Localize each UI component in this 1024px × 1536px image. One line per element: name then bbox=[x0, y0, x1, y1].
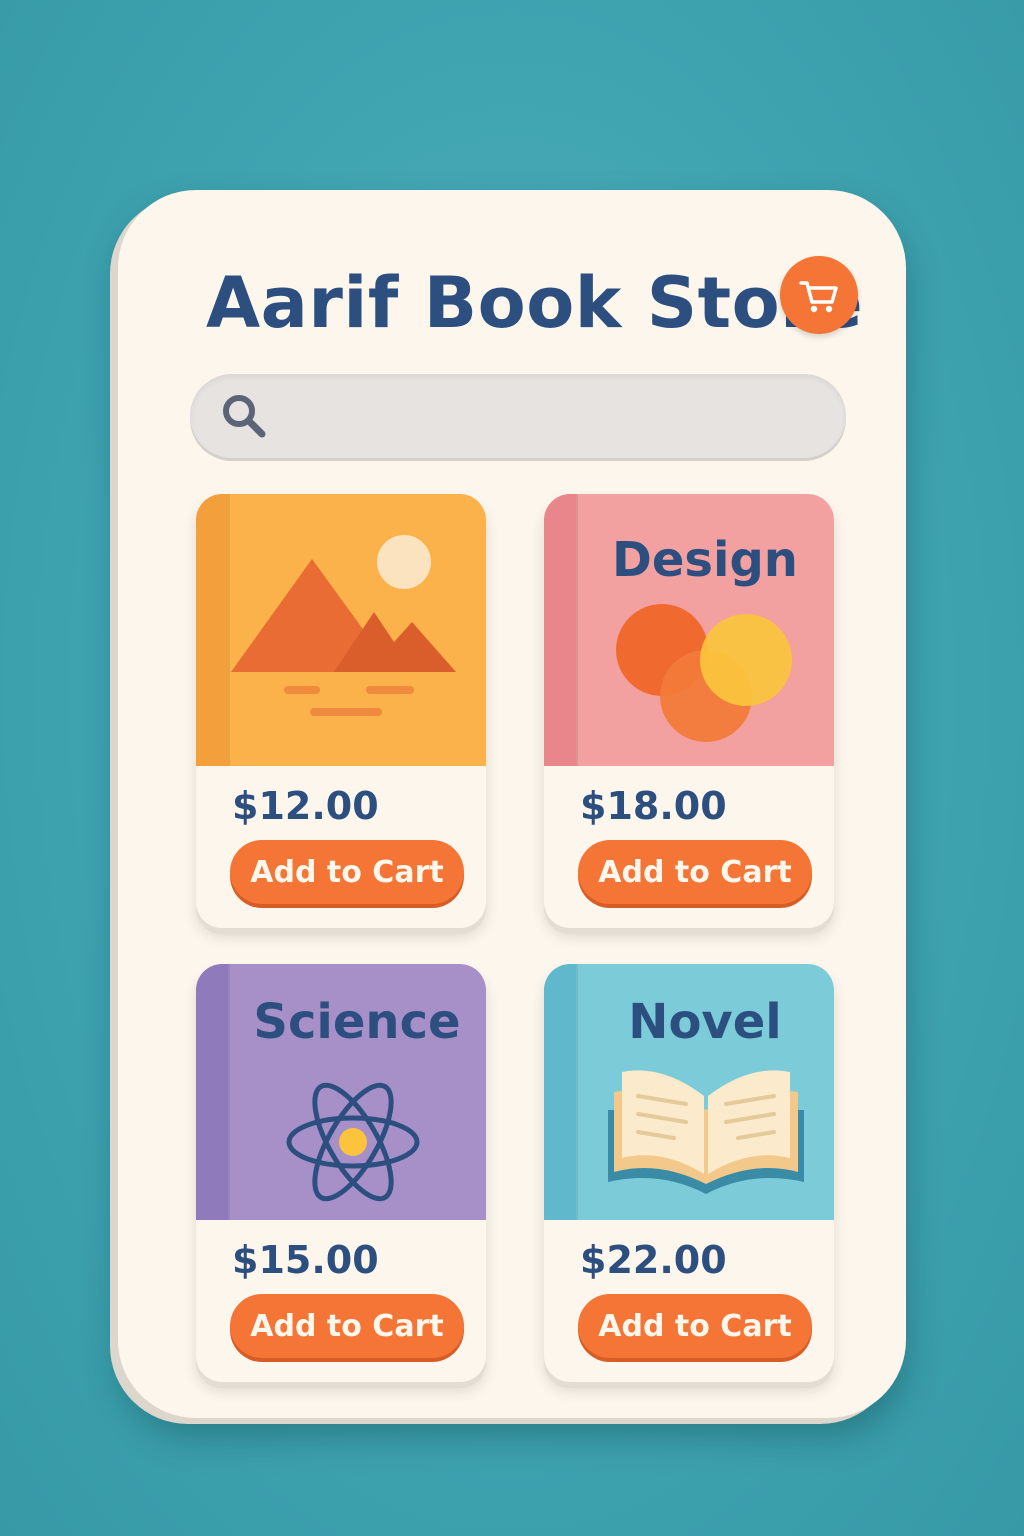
book-spine bbox=[544, 494, 576, 766]
shopping-cart-icon bbox=[799, 281, 838, 313]
atom-icon bbox=[286, 1082, 420, 1202]
book-cover[interactable] bbox=[196, 494, 486, 766]
product-card[interactable]: Novel $22.00 Add to Cart bbox=[544, 964, 834, 1382]
product-price: $22.00 bbox=[580, 1238, 727, 1282]
store-title: Aarif Book Store bbox=[206, 262, 864, 344]
open-book-icon bbox=[608, 1070, 804, 1194]
search-bar[interactable] bbox=[190, 374, 846, 458]
book-spine bbox=[544, 964, 576, 1220]
product-card[interactable]: Science $15.00 Add to Cart bbox=[196, 964, 486, 1382]
product-price: $18.00 bbox=[580, 784, 727, 828]
search-input[interactable] bbox=[284, 385, 816, 447]
book-cover[interactable]: Design bbox=[544, 494, 834, 766]
search-icon bbox=[223, 395, 266, 438]
add-to-cart-button[interactable]: Add to Cart bbox=[578, 1294, 812, 1358]
book-cover-title: Design bbox=[612, 532, 798, 588]
book-cover[interactable]: Science bbox=[196, 964, 486, 1220]
book-cover-title: Novel bbox=[628, 994, 782, 1050]
overlapping-circles-icon bbox=[616, 604, 792, 742]
add-to-cart-button[interactable]: Add to Cart bbox=[230, 1294, 464, 1358]
product-price: $12.00 bbox=[232, 784, 379, 828]
product-card[interactable]: $12.00 Add to Cart bbox=[196, 494, 486, 928]
book-spine bbox=[196, 494, 228, 766]
landscape-image-icon bbox=[231, 535, 456, 716]
cart-button[interactable] bbox=[780, 256, 858, 334]
book-cover[interactable]: Novel bbox=[544, 964, 834, 1220]
product-price: $15.00 bbox=[232, 1238, 379, 1282]
book-cover-title: Science bbox=[253, 994, 461, 1050]
product-card[interactable]: Design $18.00 Add to Cart bbox=[544, 494, 834, 928]
book-spine bbox=[196, 964, 228, 1220]
add-to-cart-button[interactable]: Add to Cart bbox=[230, 840, 464, 904]
add-to-cart-button[interactable]: Add to Cart bbox=[578, 840, 812, 904]
store-app-panel: Aarif Book Store $12.00 Add to Cart Desi… bbox=[118, 190, 906, 1418]
